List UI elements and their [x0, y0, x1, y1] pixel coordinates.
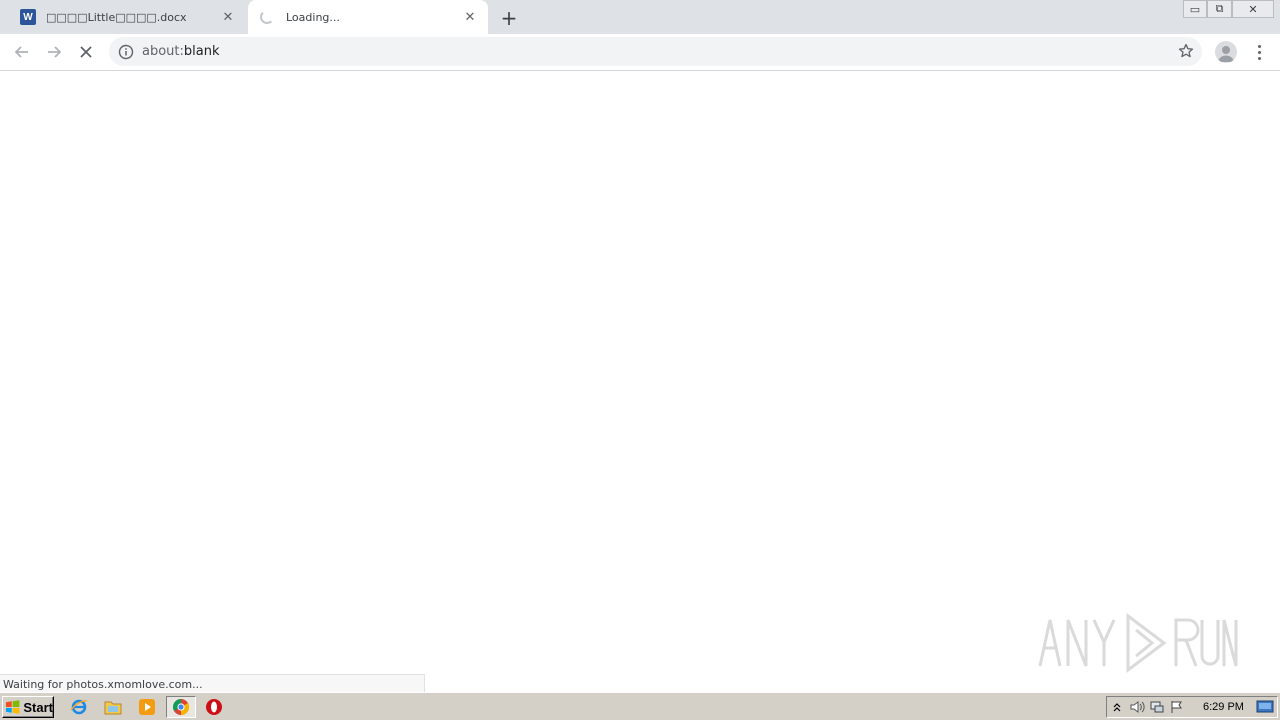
maximize-button[interactable]: ⧉: [1207, 0, 1232, 18]
media-player-icon[interactable]: [136, 697, 158, 717]
address-bar[interactable]: about: blank: [109, 37, 1202, 66]
tab-strip: W □□□□Little□□□□.docx ✕ Loading... ✕ + ▭…: [0, 0, 1280, 34]
network-icon[interactable]: [1147, 698, 1167, 716]
close-icon: [80, 46, 92, 58]
page-content: Waiting for photos.xmomlove.com...: [0, 72, 1280, 693]
internet-explorer-icon[interactable]: [68, 697, 90, 717]
tab-loading[interactable]: Loading... ✕: [248, 0, 488, 34]
bookmark-star-icon[interactable]: [1178, 43, 1194, 59]
opera-icon[interactable]: [203, 697, 225, 717]
action-center-flag-icon[interactable]: [1167, 698, 1187, 716]
clock[interactable]: 6:29 PM: [1203, 701, 1244, 713]
url-scheme: about:: [142, 44, 184, 59]
start-label: Start: [23, 699, 53, 715]
minimize-button[interactable]: ▭: [1183, 0, 1207, 18]
start-button[interactable]: Start: [2, 696, 54, 718]
chevron-up-icon[interactable]: [1107, 698, 1127, 716]
show-desktop-icon[interactable]: [1256, 700, 1274, 714]
tab-title: □□□□Little□□□□.docx: [46, 10, 187, 24]
menu-kebab-icon[interactable]: [1250, 41, 1268, 63]
profile-avatar-icon[interactable]: [1215, 41, 1237, 63]
system-tray: 6:29 PM: [1106, 696, 1278, 718]
loading-spinner-icon: [260, 9, 276, 25]
volume-icon[interactable]: [1127, 698, 1147, 716]
tab-close-button[interactable]: ✕: [220, 9, 236, 25]
url-path: blank: [183, 44, 220, 59]
arrow-left-icon: [14, 46, 28, 58]
windows-logo-icon: [5, 700, 20, 714]
word-icon: W: [20, 9, 36, 25]
windows-taskbar: Start 6:29 PM: [0, 692, 1280, 720]
status-bubble: Waiting for photos.xmomlove.com...: [0, 674, 425, 693]
file-explorer-icon[interactable]: [102, 697, 124, 717]
tab-title: Loading...: [286, 10, 340, 24]
forward-button[interactable]: [42, 40, 66, 64]
tab-document[interactable]: W □□□□Little□□□□.docx ✕: [8, 0, 246, 34]
chrome-icon[interactable]: [166, 696, 196, 718]
back-button[interactable]: [10, 40, 34, 64]
tab-close-button[interactable]: ✕: [462, 9, 478, 25]
anyrun-logo-icon: [1038, 613, 1238, 673]
window-close-button[interactable]: ✕: [1232, 0, 1274, 18]
arrow-right-icon: [48, 46, 62, 58]
url-text[interactable]: about: blank: [142, 44, 220, 59]
new-tab-button[interactable]: +: [498, 6, 520, 30]
browser-toolbar: about: blank: [0, 34, 1280, 71]
info-icon[interactable]: [118, 44, 134, 60]
stop-loading-button[interactable]: [74, 40, 98, 64]
